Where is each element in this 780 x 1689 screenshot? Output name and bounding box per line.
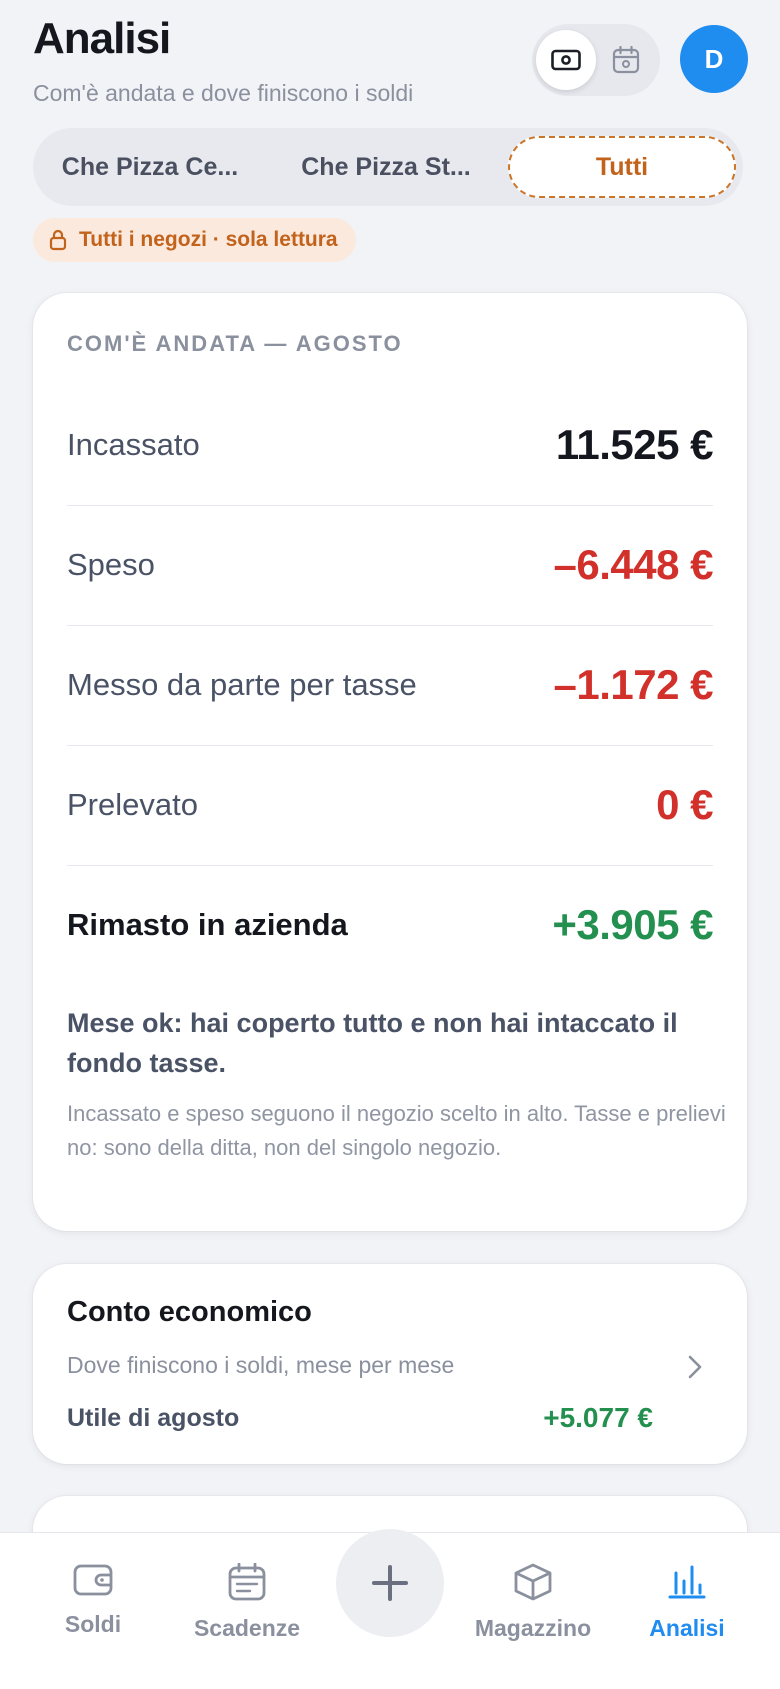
metric-label: Messo da parte per tasse [67, 667, 417, 702]
summary-footnote: Incassato e speso seguono il negozio sce… [67, 1101, 726, 1160]
nav-label: Analisi [649, 1615, 725, 1641]
plus-icon [372, 1565, 408, 1601]
profit-loss-card[interactable]: Conto economico Dove finiscono i soldi, … [33, 1264, 747, 1464]
metric-label: Incassato [67, 427, 200, 462]
metric-row-speso: Speso –6.448 € [67, 505, 713, 626]
card-title: Conto economico [67, 1296, 312, 1328]
banknote-icon [551, 49, 581, 71]
chevron-right-icon [688, 1355, 702, 1379]
page-subtitle: Com'è andata e dove finiscono i soldi [33, 80, 414, 106]
header: Analisi Com'è andata e dove finiscono i … [0, 0, 780, 120]
nav-label: Soldi [64, 1611, 122, 1637]
store-tab-stazione[interactable]: Che Pizza St... [281, 136, 491, 198]
cash-view-button[interactable] [536, 30, 596, 90]
nav-label: Scadenze [193, 1615, 301, 1641]
readonly-badge-label: Tutti i negozi · sola lettura [79, 228, 338, 251]
metric-value: –1.172 € [553, 661, 714, 708]
card-subtitle: Dove finiscono i soldi, mese per mese [67, 1352, 455, 1378]
metric-row-rimasto: Rimasto in azienda +3.905 € [67, 865, 713, 985]
add-button[interactable] [336, 1529, 444, 1637]
nav-label: Magazzino [474, 1615, 592, 1641]
metric-value: –6.448 € [553, 541, 714, 588]
store-tab-centro[interactable]: Che Pizza Ce... [45, 136, 255, 198]
metric-label: Rimasto in azienda [67, 907, 348, 942]
metric-label: Speso [67, 547, 155, 582]
calendar-icon [612, 46, 640, 74]
monthly-summary-card: COM'È ANDATA — AGOSTO Incassato 11.525 €… [33, 293, 747, 1231]
avatar[interactable]: D [680, 25, 748, 93]
calendar-icon [228, 1563, 266, 1601]
readonly-badge: Tutti i negozi · sola lettura [33, 218, 356, 262]
nav-item-soldi[interactable]: Soldi [13, 1563, 173, 1638]
box-icon [514, 1563, 552, 1601]
metric-value: 0 € [656, 781, 713, 828]
nav-item-scadenze[interactable]: Scadenze [167, 1563, 327, 1642]
utile-label: Utile di agosto [67, 1404, 240, 1432]
wallet-icon [73, 1564, 113, 1596]
summary-verdict: Mese ok: hai coperto tutto e non hai int… [67, 1008, 678, 1078]
bar-chart-icon [668, 1565, 706, 1599]
view-mode-toggle [532, 24, 660, 96]
lock-icon [49, 229, 67, 251]
calendar-view-button[interactable] [596, 30, 656, 90]
metric-value: +3.905 € [552, 901, 713, 948]
utile-value: +5.077 € [543, 1402, 653, 1433]
bottom-nav: Soldi Scadenze Magazzino Analisi [0, 1529, 780, 1689]
metric-row-prelevato: Prelevato 0 € [67, 745, 713, 866]
metric-row-tasse: Messo da parte per tasse –1.172 € [67, 625, 713, 746]
metric-label: Prelevato [67, 787, 198, 822]
page-title: Analisi [33, 14, 171, 63]
metric-row-incassato: Incassato 11.525 € [67, 385, 714, 506]
nav-item-magazzino[interactable]: Magazzino [453, 1563, 613, 1642]
store-selector: Che Pizza Ce... Che Pizza St... Tutti [33, 128, 743, 206]
store-tab-all[interactable]: Tutti [508, 136, 736, 198]
section-title: COM'È ANDATA — AGOSTO [67, 331, 403, 356]
metric-value: 11.525 € [555, 421, 714, 468]
nav-item-analisi[interactable]: Analisi [607, 1563, 767, 1642]
